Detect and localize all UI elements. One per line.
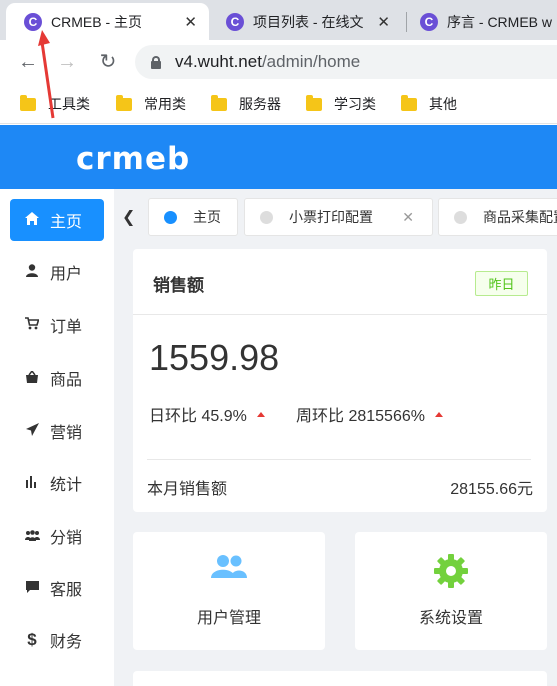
sales-amount: 1559.98 — [149, 337, 280, 378]
bookmark-folder-other[interactable]: 其他 — [401, 94, 457, 114]
sidebar-item-label: 财务 — [50, 634, 83, 651]
close-icon[interactable]: ✕ — [184, 13, 197, 31]
sidebar-item-users[interactable]: 用户 — [10, 251, 104, 293]
day-ratio: 日环比 45.9% — [149, 402, 265, 426]
browser-toolbar: ← → ↻ v4.wuht.net/admin/home — [0, 40, 557, 84]
inactive-dot-icon — [260, 210, 273, 224]
quick-card-user-management[interactable]: 用户管理 — [133, 532, 325, 650]
tag-label: 主页 — [193, 209, 221, 225]
main-content: ❮ 主页 小票打印配置 ✕ 商品采集配置 销售额 昨日 1559.98 日环比 … — [114, 189, 557, 686]
sidebar-item-statistics[interactable]: 统计 — [10, 462, 104, 504]
folder-icon — [306, 94, 322, 111]
sidebar-item-label: 营销 — [50, 425, 83, 442]
tab-title: 项目列表 - 在线文 — [253, 13, 364, 30]
sidebar-item-home[interactable]: 主页 — [10, 199, 104, 241]
shop-icon — [24, 369, 40, 386]
sidebar-item-label: 客服 — [50, 582, 83, 599]
close-icon[interactable]: ✕ — [377, 13, 390, 31]
sidebar-item-products[interactable]: 商品 — [10, 357, 104, 399]
bar-chart-icon — [24, 475, 40, 491]
browser-tab-crmeb-home[interactable]: C CRMEB - 主页 ✕ — [6, 3, 209, 40]
sidebar-item-label: 商品 — [50, 372, 83, 389]
browser-tab-project-list[interactable]: C 项目列表 - 在线文 ✕ — [214, 3, 400, 40]
divider — [133, 314, 547, 315]
tag-receipt-print-config[interactable]: 小票打印配置 ✕ — [244, 198, 433, 236]
reload-icon[interactable]: ↻ — [96, 50, 120, 74]
browser-tab-preface[interactable]: C 序言 - CRMEB w — [408, 3, 557, 40]
app-header: crmeb — [0, 125, 557, 189]
tag-label: 小票打印配置 — [289, 209, 373, 225]
crmeb-favicon-icon: C — [226, 12, 244, 31]
sidebar-item-label: 订单 — [50, 319, 83, 336]
period-badge: 昨日 — [475, 271, 528, 296]
sidebar-item-label: 分销 — [50, 530, 83, 547]
browser-tab-strip: C CRMEB - 主页 ✕ C 项目列表 - 在线文 ✕ C 序言 - CRM… — [0, 0, 557, 40]
sidebar-item-marketing[interactable]: 营销 — [10, 410, 104, 452]
chevron-left-icon[interactable]: ❮ — [122, 207, 135, 227]
chat-icon — [24, 580, 40, 596]
bookmark-label: 其他 — [429, 96, 457, 112]
up-triangle-icon — [256, 411, 265, 417]
sidebar: 主页 用户 订单 商品 营销 统计 分销 客服 $ 财务 — [0, 189, 114, 686]
back-arrow-icon[interactable]: ← — [16, 50, 40, 74]
address-bar[interactable]: v4.wuht.net/admin/home — [135, 45, 557, 79]
sidebar-item-orders[interactable]: 订单 — [10, 304, 104, 346]
next-card — [133, 671, 547, 686]
week-ratio: 周环比 2815566% — [296, 402, 443, 426]
active-dot-icon — [164, 210, 177, 224]
home-icon — [24, 212, 40, 228]
tab-title: 序言 - CRMEB w — [447, 13, 552, 30]
sidebar-item-label: 用户 — [50, 266, 83, 283]
quick-card-system-settings[interactable]: 系统设置 — [355, 532, 547, 650]
url-path: /admin/home — [261, 52, 361, 71]
folder-icon — [116, 94, 132, 111]
bookmark-folder-study[interactable]: 学习类 — [306, 94, 376, 114]
tab-separator — [406, 12, 407, 32]
quick-card-label: 用户管理 — [196, 610, 261, 627]
sales-card: 销售额 昨日 1559.98 日环比 45.9% 周环比 2815566% 本月… — [133, 249, 547, 512]
folder-icon — [211, 94, 227, 111]
divider — [147, 459, 531, 460]
gear-icon — [434, 554, 468, 593]
bookmark-folder-common[interactable]: 常用类 — [116, 94, 186, 114]
tags-bar: ❮ 主页 小票打印配置 ✕ 商品采集配置 — [114, 189, 557, 241]
users-icon — [211, 554, 247, 585]
day-ratio-label: 日环比 45.9% — [149, 408, 247, 425]
up-triangle-icon — [434, 411, 443, 417]
dollar-icon: $ — [27, 630, 37, 649]
bookmarks-bar: 工具类 常用类 服务器 学习类 其他 — [0, 84, 557, 124]
annotation-arrow-icon — [38, 30, 55, 119]
bookmark-label: 常用类 — [144, 96, 186, 112]
tag-home[interactable]: 主页 — [148, 198, 238, 236]
sidebar-item-distribution[interactable]: 分销 — [10, 515, 104, 557]
bookmark-folder-servers[interactable]: 服务器 — [211, 94, 281, 114]
cart-icon — [24, 317, 40, 333]
user-icon — [24, 264, 40, 280]
team-icon — [24, 528, 40, 544]
sidebar-item-customer-service[interactable]: 客服 — [10, 567, 104, 609]
sidebar-item-label: 主页 — [50, 214, 83, 231]
sidebar-item-label: 统计 — [50, 477, 83, 494]
month-sales-value: 28155.66元 — [450, 481, 533, 498]
folder-icon — [20, 94, 36, 111]
bookmark-label: 服务器 — [239, 96, 281, 112]
inactive-dot-icon — [454, 210, 467, 224]
bookmark-label: 学习类 — [334, 96, 376, 112]
crmeb-favicon-icon: C — [420, 12, 438, 31]
card-title: 销售额 — [153, 276, 204, 295]
close-icon[interactable]: ✕ — [402, 209, 414, 226]
quick-card-label: 系统设置 — [418, 610, 483, 627]
url-host: v4.wuht.net — [175, 52, 262, 71]
sidebar-item-finance[interactable]: $ 财务 — [10, 619, 104, 661]
lock-icon — [151, 55, 161, 69]
month-sales-label: 本月销售额 — [147, 481, 228, 498]
send-icon — [24, 423, 40, 439]
crmeb-logo: crmeb — [76, 141, 191, 177]
tag-product-collect-config[interactable]: 商品采集配置 — [438, 198, 557, 236]
week-ratio-label: 周环比 2815566% — [296, 408, 425, 425]
tag-label: 商品采集配置 — [483, 209, 557, 225]
folder-icon — [401, 94, 417, 111]
